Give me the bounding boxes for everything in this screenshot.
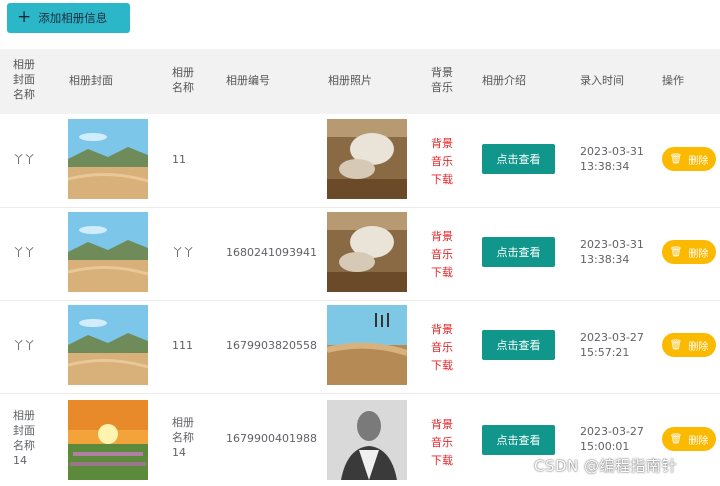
view-intro-button[interactable]: 点击查看 (482, 425, 555, 455)
table-row: 丫丫 丫丫 1680241093941 背景 音乐 下载 点击查看 2023-0… (0, 207, 720, 301)
album-photo-image (327, 305, 407, 385)
table-row: 丫丫 11 背景 音乐 下载 点击查看 2023-03-31 13:38:34 … (0, 114, 720, 208)
view-intro-button[interactable]: 点击查看 (482, 237, 555, 267)
header-intro: 相册介绍 (482, 74, 526, 87)
record-time-cell: 2023-03-31 13:38:34 (580, 145, 644, 173)
album-name-cell: 丫丫 (172, 246, 194, 259)
music-download-link[interactable]: 背景 音乐 下载 (431, 416, 453, 470)
add-album-button[interactable]: + 添加相册信息 (7, 3, 130, 33)
header-photo: 相册照片 (328, 74, 372, 87)
table-row: 丫丫 111 1679903820558 背景 音乐 下载 点击查看 2023-… (0, 300, 720, 394)
header-cover: 相册封面 (69, 74, 113, 87)
plus-icon: + (17, 6, 32, 27)
delete-button[interactable]: 🗑 删除 (662, 427, 716, 451)
album-name-cell: 111 (172, 339, 193, 352)
album-name-cell: 11 (172, 153, 186, 166)
view-intro-button[interactable]: 点击查看 (482, 144, 555, 174)
add-album-label: 添加相册信息 (38, 11, 108, 25)
album-number-cell: 1679903820558 (226, 339, 317, 352)
trash-icon: 🗑 (669, 339, 683, 351)
header-number: 相册编号 (226, 74, 270, 87)
album-number-cell: 1679900401988 (226, 432, 317, 445)
album-cover-image (68, 305, 148, 385)
delete-button[interactable]: 🗑 删除 (662, 333, 716, 357)
album-cover-image (68, 400, 148, 480)
album-name-cell: 相册 名称 14 (172, 416, 194, 459)
record-time-cell: 2023-03-27 15:57:21 (580, 331, 644, 359)
header-name: 相册 名称 (172, 66, 194, 94)
delete-button[interactable]: 🗑 删除 (662, 240, 716, 264)
csdn-watermark: CSDN @编程指南针 (534, 457, 678, 475)
album-cover-image (68, 212, 148, 292)
album-photo-image (327, 400, 407, 480)
header-cover-name: 相册 封面 名称 (13, 58, 35, 101)
trash-icon: 🗑 (669, 153, 683, 165)
header-music: 背景 音乐 (431, 66, 453, 94)
view-intro-button[interactable]: 点击查看 (482, 330, 555, 360)
album-photo-image (327, 212, 407, 292)
album-cover-image (68, 119, 148, 199)
album-photo-image (327, 119, 407, 199)
cover-name-cell: 丫丫 (13, 339, 35, 352)
header-time: 录入时间 (580, 74, 624, 87)
table-header: 相册 封面 名称 相册封面 相册 名称 相册编号 相册照片 背景 音乐 相册介绍… (0, 49, 720, 114)
music-download-link[interactable]: 背景 音乐 下载 (431, 228, 453, 282)
trash-icon: 🗑 (669, 433, 683, 445)
cover-name-cell: 丫丫 (13, 246, 35, 259)
cover-name-cell: 丫丫 (13, 153, 35, 166)
music-download-link[interactable]: 背景 音乐 下载 (431, 135, 453, 189)
album-number-cell: 1680241093941 (226, 246, 317, 259)
cover-name-cell: 相册 封面 名称 14 (13, 409, 35, 467)
header-ops: 操作 (662, 74, 684, 87)
trash-icon: 🗑 (669, 246, 683, 258)
record-time-cell: 2023-03-27 15:00:01 (580, 425, 644, 453)
record-time-cell: 2023-03-31 13:38:34 (580, 238, 644, 266)
music-download-link[interactable]: 背景 音乐 下载 (431, 321, 453, 375)
delete-button[interactable]: 🗑 删除 (662, 147, 716, 171)
